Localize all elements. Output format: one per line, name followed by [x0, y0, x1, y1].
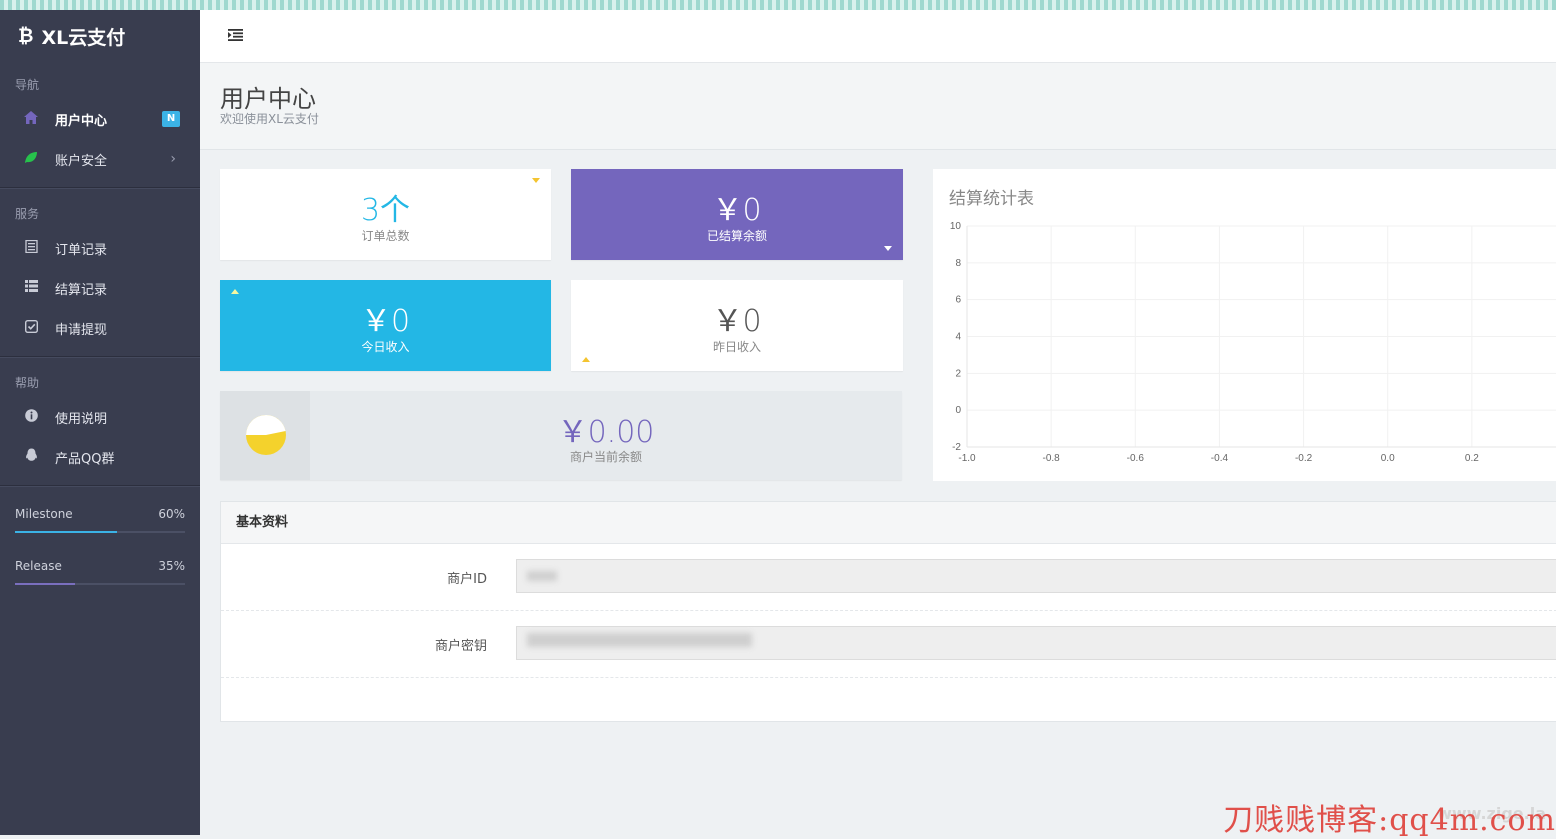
- nav-divider: [0, 187, 200, 189]
- top-header: [200, 10, 1556, 63]
- qq-icon: [22, 448, 40, 466]
- progress-label: Milestone: [15, 507, 73, 521]
- sidebar-item-withdraw[interactable]: 申请提现: [0, 308, 200, 348]
- field-row-merchant-id: 商户ID: [221, 544, 1556, 611]
- y-tick-label: 0: [955, 405, 961, 416]
- page-heading: 用户中心 欢迎使用XL云支付: [200, 63, 1556, 150]
- caret-up-icon: [582, 357, 590, 362]
- x-tick-label: -0.6: [1127, 453, 1145, 464]
- nav-divider: [0, 485, 200, 487]
- stat-card-yesterday[interactable]: ￥0 昨日收入: [571, 280, 903, 371]
- progress-fill: [15, 583, 75, 585]
- merchant-key-label: 商户密钥: [434, 639, 487, 654]
- merchant-key-field[interactable]: [516, 626, 1556, 660]
- stat-caption: 昨日收入: [712, 340, 761, 354]
- stat-value: ￥0: [712, 193, 762, 228]
- sidebar-item-order-records[interactable]: 订单记录: [0, 228, 200, 268]
- y-tick-label: 10: [950, 221, 962, 232]
- sidebar-item-user-center[interactable]: 用户中心 N: [0, 99, 200, 139]
- brand[interactable]: ₿ XL云支付: [0, 10, 200, 62]
- sidebar-item-label: 使用说明: [55, 411, 108, 427]
- merchant-id-label: 商户ID: [447, 572, 487, 587]
- sidebar-item-label: 产品QQ群: [55, 451, 115, 467]
- sidebar-item-label: 申请提现: [55, 322, 108, 338]
- y-tick-label: 4: [955, 332, 961, 343]
- basic-info-panel: 基本资料 商户ID 商户密钥: [220, 501, 1556, 722]
- brand-title: XL云支付: [41, 26, 126, 49]
- stat-card-settled[interactable]: ￥0 已结算余额: [571, 169, 903, 260]
- sidebar-item-label: 结算记录: [55, 282, 108, 298]
- progress-label: Release: [15, 559, 62, 573]
- check-square-icon: [22, 319, 40, 337]
- stat-card-today[interactable]: ￥0 今日收入: [220, 280, 551, 371]
- stat-caption: 订单总数: [361, 229, 410, 243]
- x-tick-label: -0.2: [1295, 453, 1313, 464]
- progress-percent: 60%: [158, 507, 185, 521]
- progress-percent: 35%: [158, 559, 185, 573]
- stat-value: ￥0: [360, 304, 411, 339]
- redacted-value: [527, 633, 752, 647]
- y-tick-label: 8: [955, 258, 961, 269]
- stat-value: 3个: [360, 193, 411, 228]
- progress-release: Release 35%: [0, 541, 200, 585]
- leaf-icon: [22, 151, 40, 168]
- stat-caption: 今日收入: [361, 340, 410, 354]
- new-badge: N: [162, 111, 180, 127]
- indent-icon[interactable]: [228, 26, 243, 45]
- x-tick-label: -0.4: [1211, 453, 1229, 464]
- x-tick-label: -0.8: [1043, 453, 1061, 464]
- caret-up-icon: [231, 289, 239, 294]
- progress-fill: [15, 531, 117, 533]
- stat-caption: 已结算余额: [706, 229, 767, 243]
- y-tick-label: 6: [955, 295, 961, 306]
- info-circle-icon: [22, 408, 40, 426]
- y-tick-label: -2: [952, 442, 961, 453]
- x-tick-label: 0.0: [1381, 453, 1395, 464]
- sidebar-item-label: 账户安全: [55, 153, 108, 169]
- caret-down-icon: [532, 178, 540, 183]
- caret-down-icon: [884, 246, 892, 251]
- sidebar: ₿ XL云支付 导航 用户中心 N 账户安全 › 服务 订单记录 结算记录 申请…: [0, 10, 200, 835]
- sidebar-item-settlement-records[interactable]: 结算记录: [0, 268, 200, 308]
- sidebar-item-account-security[interactable]: 账户安全 ›: [0, 139, 200, 179]
- field-row-merchant-key: 商户密钥: [221, 611, 1556, 678]
- sidebar-item-usage-guide[interactable]: 使用说明: [0, 397, 200, 437]
- nav-header-navigation: 导航: [15, 78, 40, 92]
- progress-track: [15, 583, 185, 585]
- x-tick-label: 0.2: [1465, 453, 1479, 464]
- progress-track: [15, 531, 185, 533]
- page-title: 用户中心: [220, 85, 316, 113]
- redacted-value: [527, 571, 557, 581]
- sidebar-item-label: 订单记录: [55, 242, 108, 258]
- stat-value: ￥0: [712, 304, 762, 339]
- x-tick-label: -1.0: [958, 453, 976, 464]
- y-tick-label: 2: [955, 368, 961, 379]
- basic-info-title: 基本资料: [221, 502, 1556, 544]
- bitcoin-icon: ₿: [18, 24, 34, 47]
- home-icon: [22, 110, 40, 128]
- progress-milestone: Milestone 60%: [0, 495, 200, 533]
- balance-caption: 商户当前余额: [569, 450, 642, 464]
- sidebar-item-label: 用户中心: [55, 113, 108, 129]
- settlement-chart: 10 8 6 4 2 0 -2-1.0 -0.8 -0.6 -0.4 -0.2 0.0 0.2: [950, 221, 1556, 464]
- nav-divider: [0, 356, 200, 358]
- stat-card-orders[interactable]: 3个 订单总数: [220, 169, 551, 260]
- sidebar-item-qq-group[interactable]: 产品QQ群: [0, 437, 200, 477]
- th-list-icon: [22, 280, 40, 296]
- chevron-right-icon: ›: [170, 151, 176, 167]
- nav-header-services: 服务: [15, 207, 40, 221]
- nav-header-help: 帮助: [15, 376, 40, 390]
- balance-card[interactable]: ￥0.00 商户当前余额: [220, 391, 902, 480]
- merchant-id-field[interactable]: [516, 559, 1556, 593]
- settlement-chart-card: 结算统计表 10 8 6 4 2 0 -2 -1.0 -0.8 -0.6 -0.4 -0.2 0.0 0.…: [933, 169, 1556, 481]
- watermark-text: 刀贱贱博客:qq4m.com: [1223, 803, 1556, 838]
- page-subtitle: 欢迎使用XL云支付: [220, 112, 319, 126]
- list-alt-icon: [22, 239, 40, 257]
- balance-value: ￥0.00: [557, 415, 655, 450]
